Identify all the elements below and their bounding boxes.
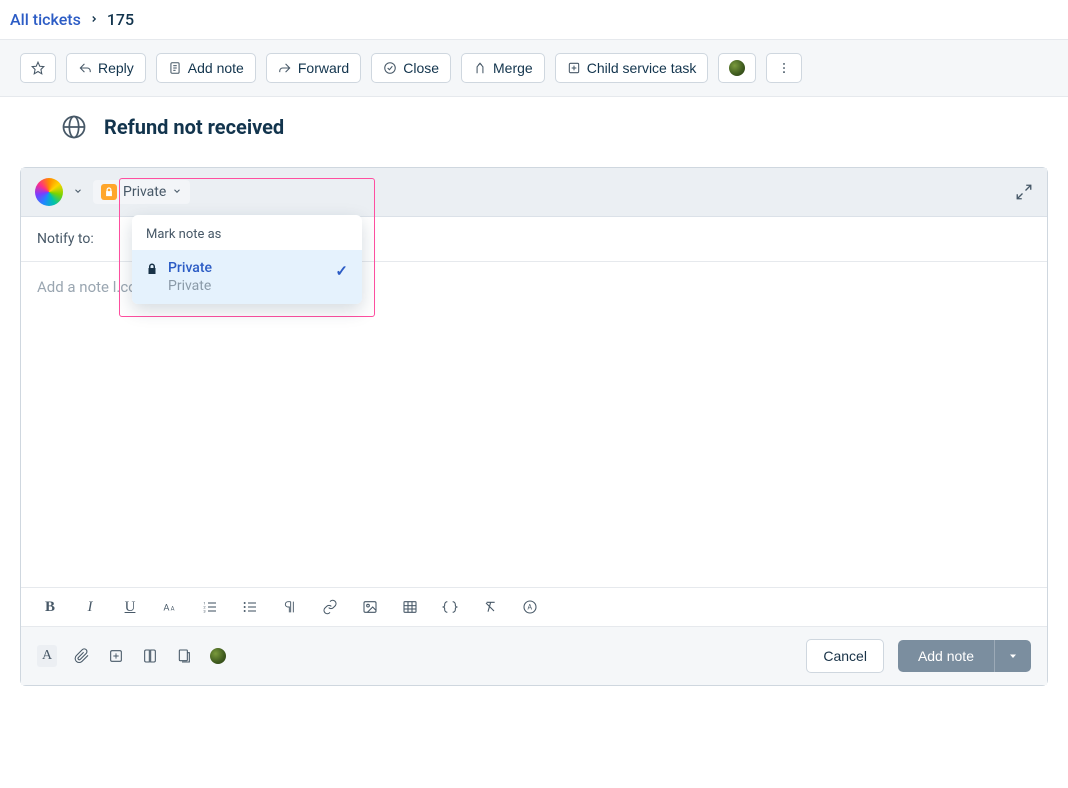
lock-icon xyxy=(146,262,158,276)
merge-button[interactable]: Merge xyxy=(461,53,545,83)
add-note-label: Add note xyxy=(188,60,244,76)
canned-response-button[interactable] xyxy=(107,647,125,665)
plus-square-icon xyxy=(567,61,581,75)
note-editor[interactable]: Add a note l.com to invite to Freshdesk xyxy=(21,262,1047,587)
visibility-dropdown: Mark note as Private Private ✓ xyxy=(132,215,362,304)
footer-actions: Cancel Add note xyxy=(806,639,1031,673)
add-note-submit-button[interactable]: Add note xyxy=(898,640,994,672)
merge-label: Merge xyxy=(493,60,533,76)
freddy-icon xyxy=(210,648,226,664)
reply-icon xyxy=(78,61,92,75)
svg-text:A: A xyxy=(527,603,532,612)
chevron-down-icon xyxy=(1007,650,1019,662)
ticket-title-row: Refund not received xyxy=(20,97,1048,157)
ticket-toolbar: Reply Add note Forward Close Merge Child… xyxy=(0,39,1068,97)
code-button[interactable] xyxy=(441,598,459,616)
note-icon xyxy=(168,61,182,75)
avatar-chevron-down-icon[interactable] xyxy=(73,186,83,199)
ticket-title: Refund not received xyxy=(104,115,284,139)
option-subtitle: Private xyxy=(168,278,212,294)
breadcrumb-current: 175 xyxy=(107,10,134,29)
option-title: Private xyxy=(168,260,212,276)
expand-icon[interactable] xyxy=(1015,183,1033,201)
freddy-suggest-button[interactable] xyxy=(209,647,227,665)
merge-icon xyxy=(473,61,487,75)
forward-icon xyxy=(278,61,292,75)
check-icon: ✓ xyxy=(335,262,348,280)
forward-button[interactable]: Forward xyxy=(266,53,361,83)
reply-label: Reply xyxy=(98,60,134,76)
paragraph-format-button[interactable] xyxy=(281,598,299,616)
chevron-right-icon xyxy=(89,12,99,28)
compose-footer: A Cancel Add note xyxy=(21,626,1047,685)
globe-icon xyxy=(60,113,88,141)
image-button[interactable] xyxy=(361,598,379,616)
note-visibility-toggle[interactable]: Private xyxy=(93,180,190,204)
compose-header: Private xyxy=(21,168,1047,217)
lock-badge-icon xyxy=(101,184,117,200)
close-label: Close xyxy=(403,60,439,76)
attachment-button[interactable] xyxy=(73,647,91,665)
svg-text:3: 3 xyxy=(203,608,205,613)
check-circle-icon xyxy=(383,61,397,75)
clear-format-button[interactable] xyxy=(481,598,499,616)
undo-button[interactable]: A xyxy=(521,598,539,616)
format-toolbar: B I U AA 123 A xyxy=(21,587,1047,626)
text-color-button[interactable]: A xyxy=(37,645,57,667)
agent-avatar[interactable] xyxy=(35,178,63,206)
font-size-button[interactable]: AA xyxy=(161,598,179,616)
chevron-down-icon xyxy=(172,186,182,199)
dropdown-option-private[interactable]: Private Private ✓ xyxy=(132,250,362,304)
italic-button[interactable]: I xyxy=(81,598,99,616)
cancel-button[interactable]: Cancel xyxy=(806,639,884,673)
svg-text:A: A xyxy=(171,605,175,612)
add-note-button[interactable]: Add note xyxy=(156,53,256,83)
breadcrumb: All tickets 175 xyxy=(0,0,1068,39)
bold-button[interactable]: B xyxy=(41,598,59,616)
submit-split-button: Add note xyxy=(898,640,1031,672)
freddy-button[interactable] xyxy=(718,53,756,83)
close-button[interactable]: Close xyxy=(371,53,451,83)
star-button[interactable] xyxy=(20,53,56,83)
footer-tools: A xyxy=(37,645,227,667)
link-button[interactable] xyxy=(321,598,339,616)
ordered-list-button[interactable]: 123 xyxy=(201,598,219,616)
table-button[interactable] xyxy=(401,598,419,616)
child-service-task-button[interactable]: Child service task xyxy=(555,53,709,83)
unordered-list-button[interactable] xyxy=(241,598,259,616)
svg-text:A: A xyxy=(163,602,169,613)
reply-button[interactable]: Reply xyxy=(66,53,146,83)
more-actions-button[interactable] xyxy=(766,53,802,83)
template-button[interactable] xyxy=(175,647,193,665)
freddy-icon xyxy=(729,60,745,76)
more-vertical-icon xyxy=(777,61,791,75)
add-note-options-button[interactable] xyxy=(994,640,1031,672)
forward-label: Forward xyxy=(298,60,349,76)
underline-button[interactable]: U xyxy=(121,598,139,616)
knowledge-base-button[interactable] xyxy=(141,647,159,665)
dropdown-header: Mark note as xyxy=(132,215,362,250)
visibility-label: Private xyxy=(123,184,166,200)
breadcrumb-root-link[interactable]: All tickets xyxy=(10,10,81,29)
child-task-label: Child service task xyxy=(587,60,697,76)
star-icon xyxy=(31,61,45,75)
compose-card: Private Mark note as Private Private ✓ N… xyxy=(20,167,1048,686)
